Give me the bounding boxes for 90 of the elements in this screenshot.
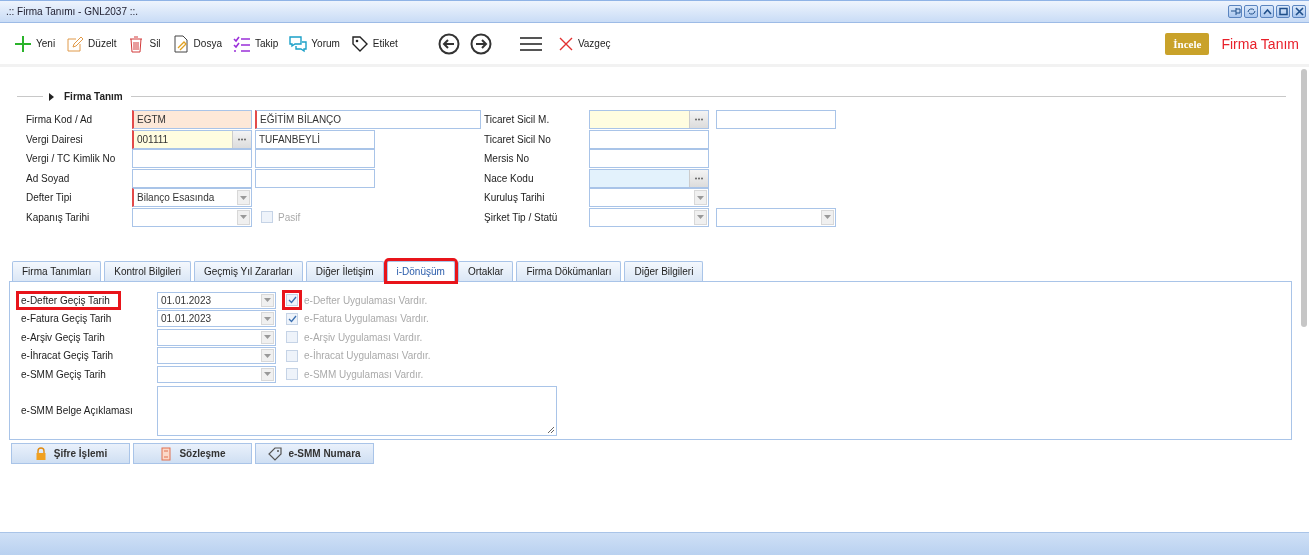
date-dropdown[interactable]: 01.01.2023 [157,291,276,309]
page-title: Firma Tanım [1221,35,1299,52]
toolbar-button[interactable]: Düzelt [64,32,119,55]
date-dropdown[interactable] [157,347,276,365]
action-button[interactable]: Şifre İşlemi [11,443,130,464]
toolbar-button[interactable]: Sil [125,32,163,55]
resize-grip-icon[interactable] [547,425,555,434]
field-label: e-SMM Geçiş Tarih [20,367,107,382]
field-label: e-İhracat Geçiş Tarih [20,348,115,364]
tag-icon [350,34,369,53]
chat-icon [289,34,308,53]
dropdown-field[interactable] [132,207,252,227]
text-field[interactable] [132,149,252,169]
text-field[interactable]: EĞİTİM BİLANÇO [255,110,481,130]
maximize-icon[interactable] [1276,5,1290,18]
collapse-icon[interactable] [1260,5,1274,18]
checkbox-label: e-SMM Uygulaması Vardır. [304,368,424,380]
tab[interactable]: Diğer İletişim [305,261,384,281]
field-label: Kapanış Tarihi [26,211,91,223]
plus-icon [14,34,32,53]
menu-icon[interactable] [519,36,542,51]
field-label: Defter Tipi [26,192,73,204]
toolbar-button[interactable]: Etiket [348,32,400,55]
ellipsis-icon[interactable] [689,169,708,187]
field-label: Ad Soyad [26,172,71,184]
field-label: Ticaret Sicil M. [484,114,551,126]
close-icon [557,35,574,52]
text-field[interactable] [255,168,375,188]
tab[interactable]: Diğer Bilgileri [624,261,704,281]
toolbar-button[interactable]: Dosya [169,32,224,55]
ellipsis-icon[interactable] [232,130,251,148]
dropdown-field[interactable]: Bilanço Esasında [132,188,252,208]
checklist-icon [232,34,251,53]
window-title: .:: Firma Tanımı - GNL2037 ::. [6,6,139,17]
toolbar-button[interactable]: Yorum [287,32,342,55]
field-label: Vergi Dairesi [26,133,84,145]
lookup-field[interactable] [589,168,709,188]
close-icon[interactable] [1292,5,1306,18]
ellipsis-icon[interactable] [689,111,708,129]
tab[interactable]: Geçmiş Yıl Zararları [194,261,303,281]
refresh-icon[interactable] [1244,5,1258,18]
dropdown-field[interactable] [589,188,709,208]
toolbar-button[interactable]: Takip [230,32,281,55]
action-button[interactable]: e-SMM Numara [255,443,374,464]
checkbox[interactable] [282,290,302,311]
action-button[interactable]: Sözleşme [133,443,252,464]
field-label: Kuruluş Tarihi [484,192,546,204]
text-field[interactable]: EGTM [132,110,252,130]
date-dropdown[interactable] [157,328,276,346]
text-field[interactable] [589,149,709,169]
text-field[interactable]: TUFANBEYLİ [255,129,375,149]
field-label: Mersis No [484,153,530,165]
tab[interactable]: Firma Dökümanları [516,261,622,281]
checkbox-label: e-Arşiv Uygulaması Vardır. [304,331,423,343]
field-label: e-Defter Geçiş Tarih [16,290,121,310]
date-dropdown[interactable] [157,365,276,383]
pin-icon[interactable] [1228,5,1242,18]
document-icon [159,446,174,461]
scrollbar-thumb[interactable] [1301,69,1307,327]
text-field[interactable] [255,149,375,169]
field-label: Vergi / TC Kimlik No [26,153,117,165]
tab[interactable]: Kontrol Bilgileri [104,261,191,281]
section-title: Firma Tanım [64,91,123,102]
pencil-icon [66,34,85,53]
field-label: Ticaret Sicil No [484,133,552,145]
lookup-field[interactable]: 001111 [132,129,252,149]
field-label: e-Fatura Geçiş Tarih [20,312,113,327]
field-label: e-SMM Belge Açıklaması [20,404,134,418]
tag-icon [268,446,283,461]
dropdown-field[interactable] [589,207,709,227]
toolbar-button[interactable]: Yeni [12,32,58,55]
tab[interactable]: Ortaklar [457,261,514,281]
field-label: Nace Kodu [484,172,535,184]
document-icon [171,34,190,53]
checkbox-label: e-Defter Uygulaması Vardır. [304,294,428,306]
checkbox-label: e-İhracat Uygulaması Vardır. [304,350,431,362]
field-label: e-Arşiv Geçiş Tarih [20,330,106,345]
date-dropdown[interactable]: 01.01.2023 [157,310,276,328]
text-field[interactable] [589,129,709,149]
text-field[interactable] [716,110,836,130]
dropdown-field[interactable] [716,207,836,227]
field-label: Şirket Tip / Statü [484,211,559,223]
field-label: Firma Kod / Ad [26,114,94,126]
lookup-field[interactable] [589,110,709,130]
caret-icon[interactable] [49,92,54,101]
tab[interactable]: Firma Tanımları [12,261,102,281]
cancel-button[interactable]: Vazgeç [555,33,613,54]
checkbox-label: e-Fatura Uygulaması Vardır. [304,313,429,325]
tab[interactable]: i-Dönüşüm [386,261,455,281]
text-field[interactable] [132,168,252,188]
